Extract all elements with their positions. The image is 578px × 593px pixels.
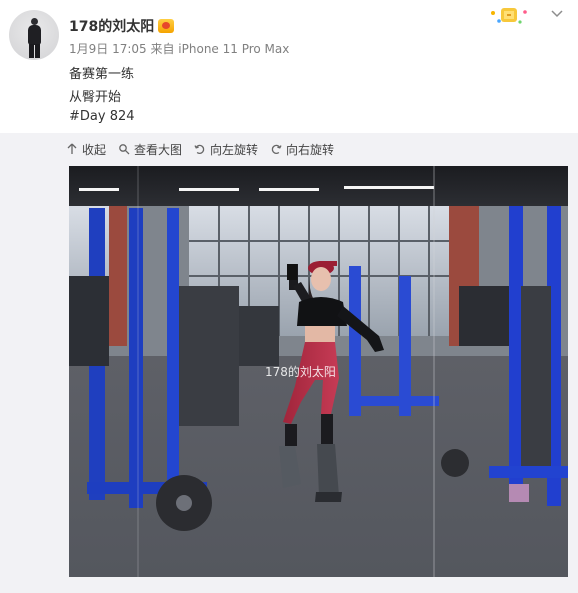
view-large-button[interactable]: 查看大图: [118, 141, 182, 158]
post-text-line: 从臀开始: [69, 90, 122, 105]
ceiling: [69, 166, 568, 206]
rotate-left-label: 向左旋转: [210, 142, 259, 157]
image-toolbar: 收起 查看大图 向左旋转 向右旋转: [66, 139, 346, 159]
avatar-figure-body: [28, 25, 41, 45]
avatar-figure-leg: [35, 44, 40, 58]
rotate-right-icon: [271, 144, 282, 155]
post-header: 178的刘太阳 1月9日 17:05 来自 iPhone 11 Pro Max …: [0, 0, 578, 133]
pink-block: [509, 484, 529, 502]
vip-badge-icon[interactable]: [158, 19, 175, 33]
decorative-badge-icon: [491, 8, 527, 24]
avatar-figure-leg: [29, 44, 34, 58]
rotate-right-button[interactable]: 向右旋转: [270, 141, 334, 158]
avatar[interactable]: [9, 10, 59, 60]
post-text-hashtag[interactable]: #Day 824: [69, 109, 135, 124]
collapse-label: 收起: [82, 142, 107, 157]
rotate-right-label: 向右旋转: [286, 142, 335, 157]
post-image[interactable]: 178的刘太阳: [69, 166, 568, 577]
rotate-left-icon: [194, 144, 205, 155]
collapse-button[interactable]: 收起: [66, 141, 106, 158]
chevron-down-icon[interactable]: [550, 8, 564, 20]
rotate-left-button[interactable]: 向左旋转: [194, 141, 258, 158]
image-watermark: 178的刘太阳: [265, 365, 336, 379]
username-row: 178的刘太阳: [69, 16, 175, 36]
arrow-up-icon: [67, 143, 77, 154]
view-large-label: 查看大图: [134, 142, 183, 157]
search-icon: [119, 144, 130, 155]
post-text-line: 备赛第一练: [69, 67, 135, 82]
username[interactable]: 178的刘太阳: [69, 16, 154, 36]
post-meta: 1月9日 17:05 来自 iPhone 11 Pro Max: [69, 42, 290, 56]
avatar-figure-head: [31, 18, 38, 25]
